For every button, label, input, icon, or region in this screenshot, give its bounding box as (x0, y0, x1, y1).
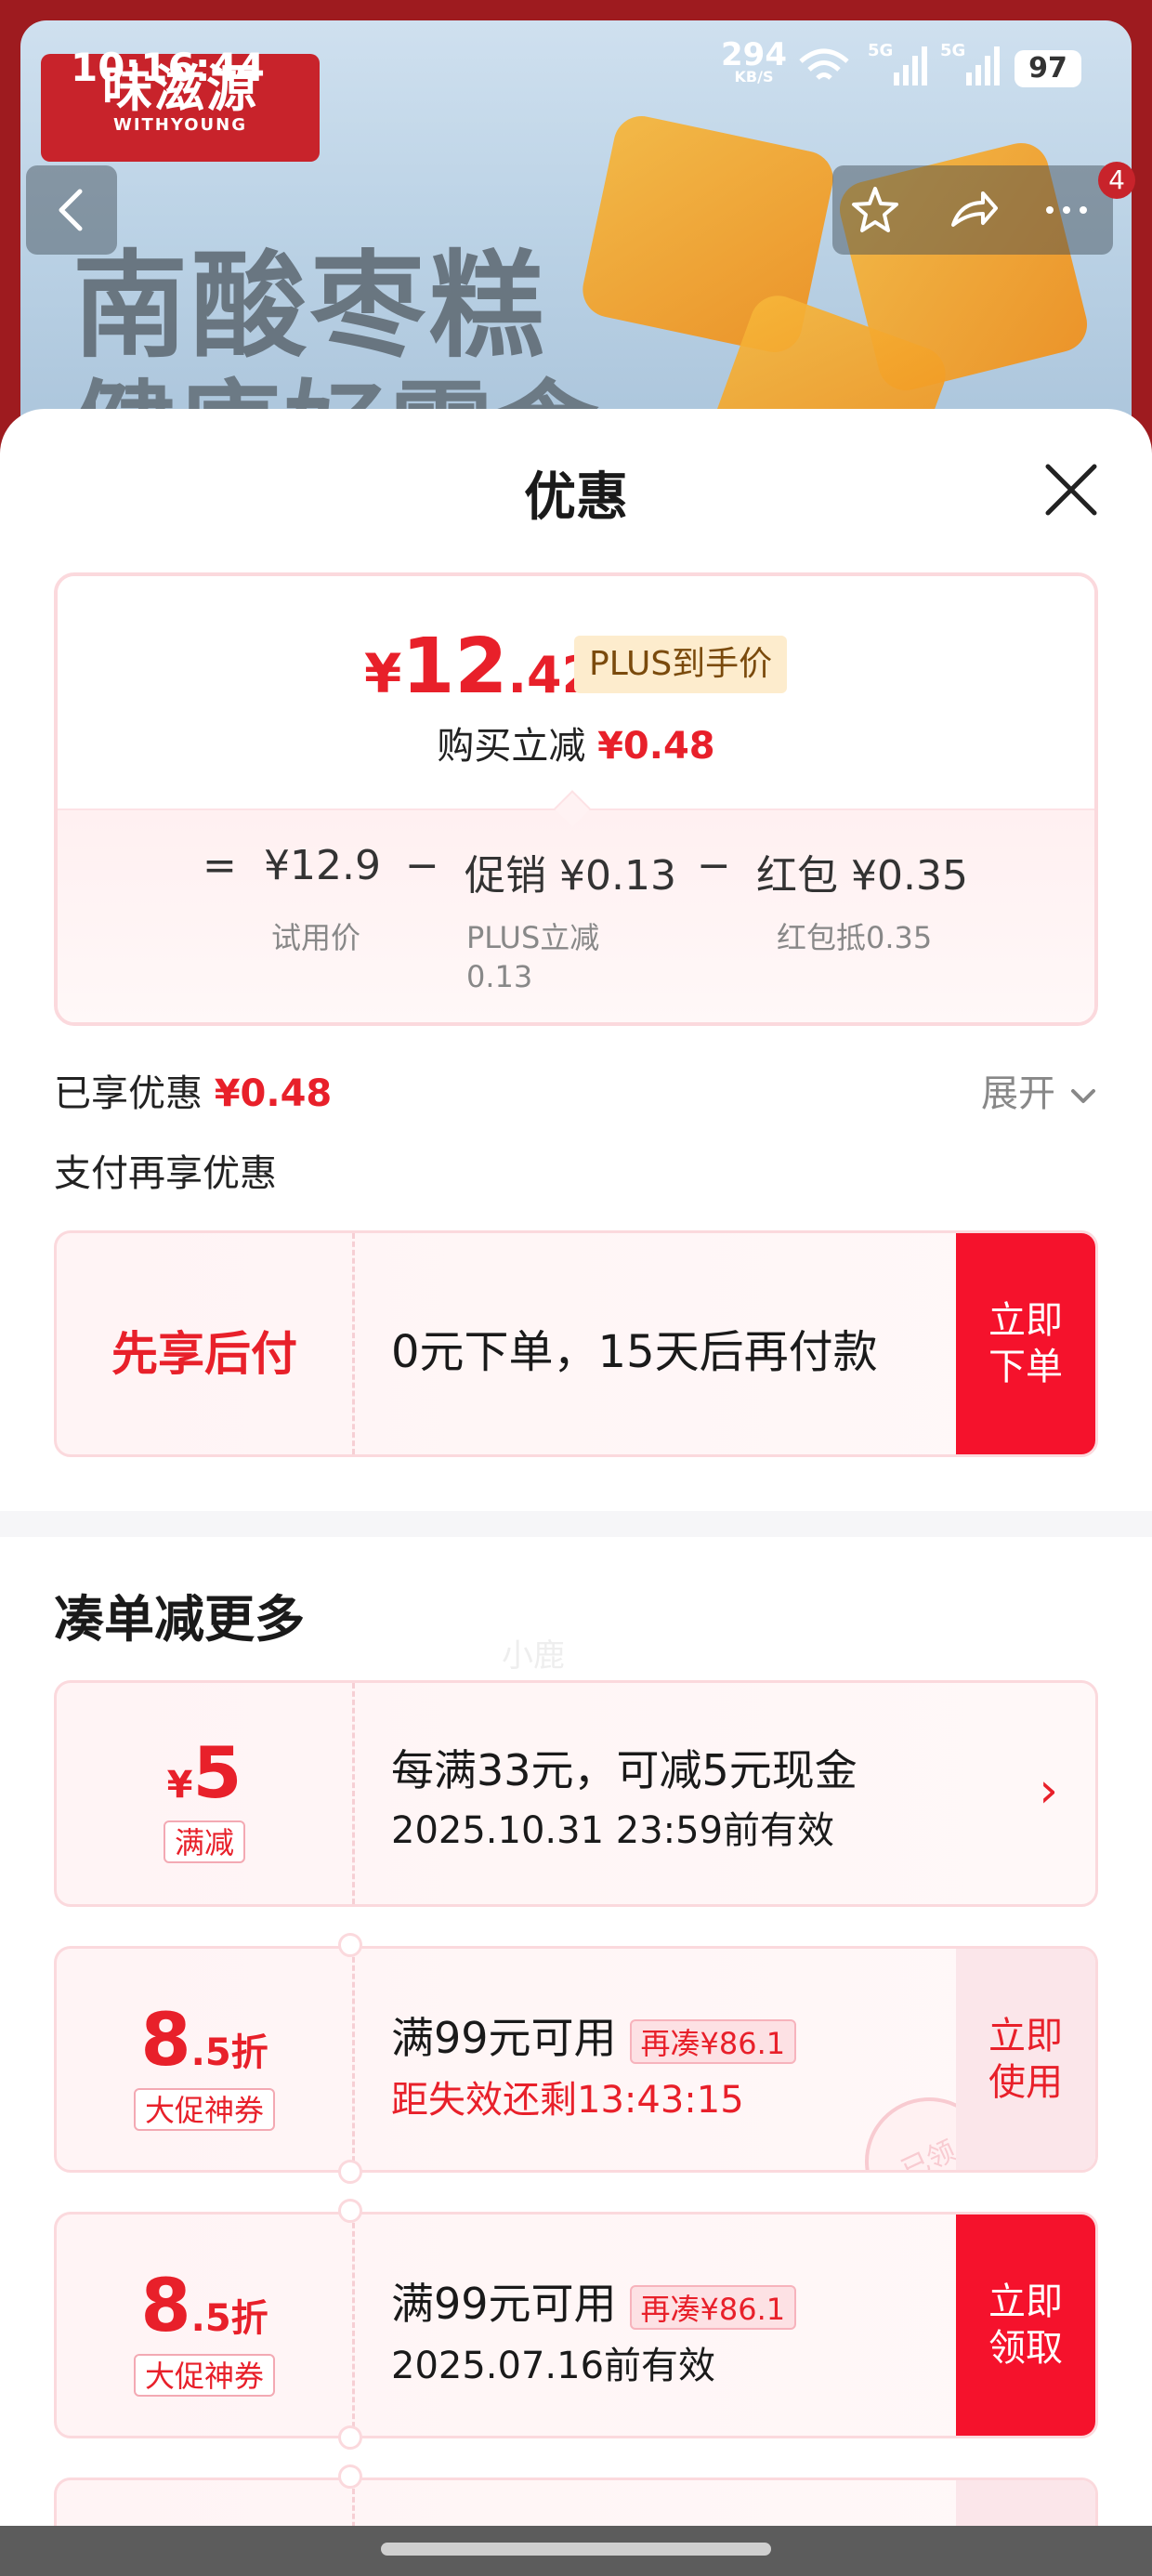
redpack-value: ¥0.35 (851, 852, 968, 900)
expand-label: 展开 (981, 1072, 1055, 1115)
final-price-section: ¥12.42 PLUS到手价 购买立减 ¥0.48 (58, 576, 1094, 808)
pay-later-title: 先享后付 (111, 1327, 297, 1381)
coupon-discount-value: 8 (140, 2265, 191, 2348)
coupon-discount-value: 8 (140, 1999, 191, 2083)
promo-value: ¥0.13 (559, 852, 676, 900)
card-divider (352, 1683, 355, 1904)
pay-later-text: 0元下单，15天后再付款 (391, 1326, 878, 1378)
section-title: 凑单减更多 (54, 1590, 305, 1649)
instant-discount-value: ¥0.48 (597, 725, 715, 768)
claim-now-label: 立即领取 (988, 2280, 1063, 2370)
final-price: ¥12.42 (364, 623, 596, 711)
claim-now-button[interactable]: 立即领取 (956, 2215, 1095, 2436)
order-now-button[interactable]: 立即下单 (956, 1233, 1095, 1454)
coupon-card-full-reduction[interactable]: ¥5 满减 每满33元，可减5元现金 2025.10.31 23:59前有效 › (54, 1680, 1098, 1907)
star-icon[interactable] (849, 184, 901, 236)
add-more-tag[interactable]: 再凑¥86.1 (629, 2018, 797, 2064)
cell-signal-icon (966, 46, 1000, 85)
ticket-notch (338, 1933, 362, 1957)
ticket-notch (338, 2464, 362, 2489)
coupon-title: 满99元可用 再凑¥86.1 (391, 2004, 797, 2066)
promo-item: 促销 ¥0.13 (465, 842, 676, 901)
enjoyed-discount-label: 已享优惠 (54, 1072, 203, 1115)
more-icon[interactable] (1039, 184, 1094, 236)
redpack-note: 红包抵0.35 (777, 920, 933, 955)
card-divider (352, 2215, 355, 2436)
enjoyed-discount: 已享优惠 ¥0.48 (54, 1063, 332, 1117)
coupon-discount: 8.5折 (57, 2265, 352, 2348)
coupon-type-tag: 满减 (57, 1820, 352, 1863)
expand-toggle[interactable]: 展开 (981, 1063, 1099, 1117)
coupon-amount-value: 5 (192, 1731, 242, 1814)
cell-signal-icon (894, 46, 927, 85)
back-button[interactable] (26, 165, 117, 255)
redpack-label: 红包 (756, 852, 838, 900)
ticket-notch (338, 2199, 362, 2223)
coupon-card-promo-used[interactable]: 8.5折 大促神券 满99元可用 再凑¥86.1 距失效还剩13:43:15 已领… (54, 1946, 1098, 2173)
coupon-validity: 2025.10.31 23:59前有效 (391, 1809, 835, 1852)
equals-sign: = (203, 842, 237, 889)
coupon-discount-unit: .5折 (190, 2031, 268, 2074)
redpack-item: 红包 ¥0.35 (756, 842, 968, 901)
watermark: 小鹿 (502, 1637, 565, 1675)
status-time: 10:16:44 (71, 45, 265, 90)
status-bar: 10:16:44 294 KB/S 5G 5G 97 (0, 0, 1152, 130)
minus-sign: − (405, 842, 439, 889)
coupon-type-label: 满减 (163, 1820, 245, 1863)
chevron-down-icon (1070, 1089, 1095, 1103)
price-breakdown-card: ¥12.42 PLUS到手价 购买立减 ¥0.48 = ¥12.9 试用价 − … (54, 572, 1098, 1026)
coupon-title: 每满33元，可减5元现金 (391, 1745, 857, 1795)
home-indicator[interactable] (381, 2543, 771, 2556)
top-action-group (832, 165, 1113, 255)
ticket-notch (338, 2425, 362, 2450)
ticket-notch (338, 2160, 362, 2184)
card-divider (352, 1949, 355, 2170)
coupon-title: 满99元可用 再凑¥86.1 (391, 2270, 797, 2332)
coupon-discount: 8.5折 (57, 1999, 352, 2083)
network-speed: 294 KB/S (721, 39, 787, 85)
coupon-type-label: 大促神券 (133, 2354, 275, 2397)
instant-discount-label: 购买立减 (437, 725, 586, 768)
enjoyed-discount-value: ¥0.48 (214, 1072, 333, 1115)
coupon-type-tag: 大促神券 (57, 2088, 352, 2131)
instant-discount-line: 购买立减 ¥0.48 (58, 716, 1094, 769)
plus-price-tag: PLUS到手价 (574, 636, 788, 693)
section-separator (0, 1511, 1152, 1537)
promo-label: 促销 (465, 852, 546, 900)
coupon-amount: ¥5 (57, 1731, 352, 1814)
discount-sheet: 优惠 ¥12.42 PLUS到手价 购买立减 ¥0.48 = ¥12.9 试用价… (0, 409, 1152, 2576)
coupon-condition: 满99元可用 (391, 2013, 617, 2063)
currency-symbol: ¥ (364, 642, 402, 705)
coupon-discount-unit: .5折 (190, 2297, 268, 2340)
promo-note: PLUS立减0.13 (466, 920, 600, 994)
coupon-type-tag: 大促神券 (57, 2354, 352, 2397)
pay-again-heading: 支付再享优惠 (54, 1152, 277, 1195)
coupon-condition: 满99元可用 (391, 2279, 617, 2329)
share-icon[interactable] (948, 184, 1000, 236)
pay-later-card[interactable]: 先享后付 0元下单，15天后再付款 立即下单 (54, 1230, 1098, 1457)
sheet-title: 优惠 (524, 467, 628, 528)
base-price: ¥12.9 (264, 842, 381, 889)
minus-sign: − (697, 842, 731, 889)
coupon-type-label: 大促神券 (133, 2088, 275, 2131)
coupon-countdown: 距失效还剩13:43:15 (391, 2079, 744, 2122)
battery-indicator: 97 (1015, 50, 1081, 87)
chevron-left-icon (59, 189, 83, 231)
base-price-note: 试用价 (271, 920, 361, 955)
coupon-validity: 2025.07.16前有效 (391, 2345, 716, 2387)
use-now-button[interactable]: 立即使用 (956, 1949, 1095, 2170)
price-integer: 12 (401, 623, 508, 711)
coupon-currency: ¥ (166, 1764, 193, 1807)
chevron-right-icon[interactable]: › (1039, 1763, 1058, 1819)
card-divider (352, 1233, 355, 1454)
add-more-tag[interactable]: 再凑¥86.1 (629, 2284, 797, 2330)
coupon-card-promo[interactable]: 8.5折 大促神券 满99元可用 再凑¥86.1 2025.07.16前有效 立即… (54, 2212, 1098, 2438)
order-now-label: 立即下单 (988, 1299, 1063, 1388)
use-now-label: 立即使用 (988, 2015, 1063, 2104)
close-icon[interactable] (1039, 457, 1104, 522)
notification-badge: 4 (1098, 162, 1135, 199)
wifi-icon (799, 48, 849, 80)
